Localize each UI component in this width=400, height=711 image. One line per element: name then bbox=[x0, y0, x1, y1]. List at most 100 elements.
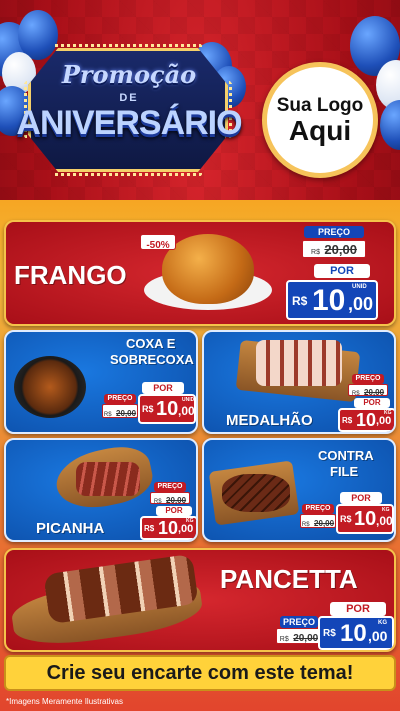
product-card-pancetta: PANCETTA POR PREÇO R$ 20,00 R$ 10 ,00 KG bbox=[4, 548, 396, 652]
product-name-line1: CONTRA bbox=[318, 448, 374, 463]
product-card-picanha: PICANHA PREÇO R$ 20,00 POR R$ 10 ,00 KG bbox=[4, 438, 198, 542]
old-price: R$ 20,00 bbox=[348, 384, 388, 397]
unit-label: KG bbox=[186, 518, 194, 524]
discount-text: -50% bbox=[146, 240, 170, 251]
new-price: R$ 10 ,00 UNID bbox=[138, 394, 196, 424]
new-price: R$ 10 ,00 KG bbox=[338, 408, 394, 432]
old-price: R$ 20,00 bbox=[102, 404, 138, 418]
por-text: POR bbox=[165, 506, 183, 515]
title-de: DE bbox=[119, 92, 139, 104]
new-price-cents: ,00 bbox=[178, 523, 194, 535]
footnote: *Imagens Meramente Ilustrativas bbox=[6, 697, 123, 706]
new-currency: R$ bbox=[340, 514, 352, 524]
new-price-int: 10 bbox=[158, 518, 179, 538]
new-price: R$ 10 ,00 KG bbox=[336, 504, 394, 534]
new-price-cents: ,00 bbox=[376, 514, 393, 528]
product-name: FRANGO bbox=[14, 260, 127, 290]
unit-label: KG bbox=[382, 507, 390, 513]
new-price-cents: ,00 bbox=[368, 628, 388, 644]
grilled-steak-icon bbox=[222, 474, 290, 512]
product-name-line2: SOBRECOXA bbox=[110, 352, 194, 367]
new-price-int: 10 bbox=[340, 620, 367, 647]
logo-placeholder: Sua Logo Aqui bbox=[262, 62, 378, 178]
cast-iron-pan-icon bbox=[14, 356, 86, 418]
por-text: POR bbox=[363, 398, 381, 407]
logo-line2: Aqui bbox=[288, 115, 352, 146]
new-price: R$ 10 ,00 KG bbox=[318, 616, 394, 650]
new-price-cents: ,00 bbox=[348, 294, 374, 314]
price-label: PREÇO bbox=[352, 374, 384, 384]
old-price-value: 20,00 bbox=[314, 519, 335, 528]
sliced-steak-icon bbox=[76, 462, 140, 496]
product-name-line1: COXA E bbox=[126, 336, 176, 351]
new-price: R$ 10 ,00 UNID bbox=[286, 280, 378, 320]
old-currency: R$ bbox=[153, 499, 162, 505]
old-price: R$ 20,00 bbox=[300, 514, 336, 528]
old-price-value: 20,00 bbox=[324, 242, 357, 257]
new-price-int: 10 bbox=[312, 284, 346, 317]
discount-badge: -50% bbox=[140, 234, 176, 251]
new-currency: R$ bbox=[323, 628, 336, 639]
cta-banner: Crie seu encarte com este tema! bbox=[4, 655, 396, 691]
por-label: POR bbox=[156, 506, 192, 516]
cta-text: Crie seu encarte com este tema! bbox=[46, 661, 354, 684]
new-price-cents: ,00 bbox=[178, 404, 195, 418]
por-text: POR bbox=[346, 603, 370, 615]
price-label-text: PREÇO bbox=[157, 483, 183, 490]
price-label-text: PREÇO bbox=[305, 505, 331, 512]
old-price-value: 20,00 bbox=[364, 388, 385, 397]
title-promocao: Promoção bbox=[61, 60, 197, 89]
por-text: POR bbox=[153, 383, 173, 393]
new-currency: R$ bbox=[342, 416, 353, 425]
new-price-cents: ,00 bbox=[376, 415, 392, 427]
new-price-int: 10 bbox=[356, 410, 377, 430]
price-label: PREÇO bbox=[280, 616, 318, 628]
skewers-icon bbox=[256, 340, 342, 386]
logo-line1: Sua Logo bbox=[276, 95, 364, 116]
price-label-text: PREÇO bbox=[355, 375, 381, 382]
new-price: R$ 10 ,00 KG bbox=[140, 516, 196, 540]
title-aniversario: ANIVERSÁRIO bbox=[16, 104, 242, 142]
unit-label: UNID bbox=[352, 284, 367, 290]
unit-label: KG bbox=[378, 620, 387, 626]
product-card-frango: FRANGO -50% PREÇO R$ 20,00 POR R$ 10 ,00… bbox=[4, 220, 396, 326]
price-label: PREÇO bbox=[304, 226, 364, 238]
old-currency: R$ bbox=[279, 636, 289, 643]
old-price-value: 20,00 bbox=[116, 409, 137, 418]
old-price-value: 20,00 bbox=[166, 496, 187, 505]
new-price-int: 10 bbox=[156, 398, 179, 420]
price-label: PREÇO bbox=[104, 394, 136, 404]
unit-label: KG bbox=[384, 410, 392, 416]
new-currency: R$ bbox=[292, 294, 308, 308]
product-name: PANCETTA bbox=[220, 564, 358, 594]
product-card-contra-file: CONTRA FILE POR PREÇO R$ 20,00 R$ 10 ,00… bbox=[202, 438, 396, 542]
price-label: PREÇO bbox=[302, 504, 334, 514]
unit-label: UNID bbox=[182, 397, 195, 403]
por-label: POR bbox=[314, 264, 370, 278]
new-currency: R$ bbox=[144, 524, 155, 533]
por-label: POR bbox=[142, 382, 184, 394]
product-card-medalhao: MEDALHÃO PREÇO R$ 20,00 POR R$ 10 ,00 KG bbox=[202, 330, 396, 434]
price-label-text: PREÇO bbox=[282, 617, 315, 627]
por-label: POR bbox=[354, 398, 390, 408]
new-price-int: 10 bbox=[354, 508, 377, 530]
price-label: PREÇO bbox=[154, 482, 186, 492]
por-text: POR bbox=[330, 265, 354, 277]
product-name: PICANHA bbox=[36, 520, 105, 537]
por-label: POR bbox=[340, 492, 382, 504]
old-currency: R$ bbox=[351, 391, 360, 397]
product-card-coxa: COXA E SOBRECOXA POR PREÇO R$ 20,00 R$ 1… bbox=[4, 330, 198, 434]
old-price: R$ 20,00 bbox=[302, 240, 366, 258]
price-label-text: PREÇO bbox=[317, 227, 350, 237]
product-name-line2: FILE bbox=[330, 464, 359, 479]
old-currency: R$ bbox=[103, 412, 112, 418]
old-price: R$ 20,00 bbox=[276, 628, 322, 644]
old-price: R$ 20,00 bbox=[150, 492, 190, 505]
product-name: MEDALHÃO bbox=[226, 412, 313, 429]
old-currency: R$ bbox=[301, 522, 310, 528]
por-text: POR bbox=[351, 493, 371, 503]
old-currency: R$ bbox=[311, 249, 320, 256]
por-label: POR bbox=[330, 602, 386, 616]
new-currency: R$ bbox=[142, 404, 154, 414]
promo-title-badge: Promoção DE ANIVERSÁRIO bbox=[10, 40, 248, 180]
